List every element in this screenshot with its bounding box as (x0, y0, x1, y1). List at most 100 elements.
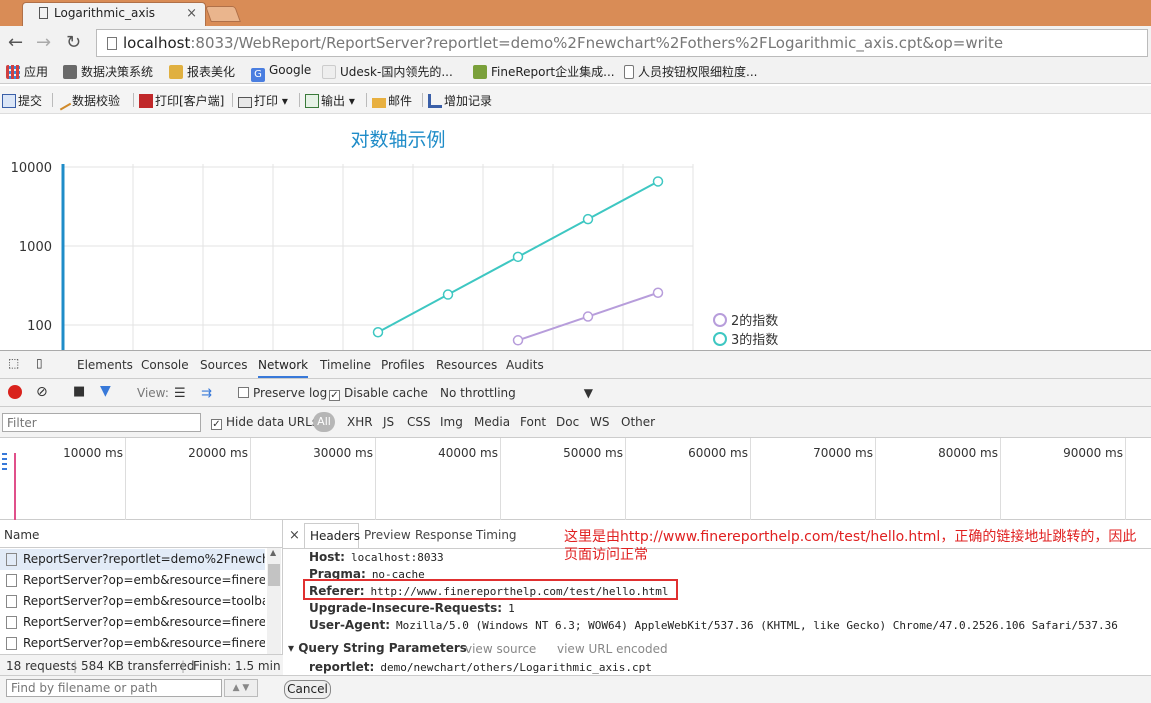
browser-tab-bar: Logarithmic_axis × (0, 0, 1151, 26)
devtools-panel: ⬚ ▯ Elements Console Sources Network Tim… (0, 350, 1151, 703)
close-detail-icon[interactable]: × (289, 528, 300, 543)
inspect-icon[interactable]: ⬚ (8, 356, 19, 370)
data-point (512, 335, 524, 346)
view-source-link[interactable]: view source (465, 642, 536, 656)
bookmark-apps[interactable]: 应用 (6, 63, 48, 80)
filter-doc[interactable]: Doc (556, 415, 579, 429)
filter-icon[interactable]: ▼ (100, 383, 111, 399)
scrollbar-thumb[interactable] (268, 564, 280, 586)
url-path: :8033/WebReport/ReportServer?reportlet=d… (190, 34, 1004, 52)
request-row[interactable]: ReportServer?op=emb&resource=toolbar.css (0, 591, 265, 612)
filter-img[interactable]: Img (440, 415, 463, 429)
submit-button[interactable]: 提交 (2, 92, 42, 109)
network-toolbar: ⊘ ■ ▼ View: ☰ ⇉ Preserve log ✓ Disable ca… (0, 379, 1151, 407)
timeline-gridline (250, 438, 251, 520)
filter-other[interactable]: Other (621, 415, 655, 429)
header-host: Host: localhost:8033 (309, 550, 444, 564)
bookmark-item[interactable]: 数据决策系统 (63, 63, 153, 80)
find-nav-arrows[interactable]: ▲ ▼ (224, 679, 258, 697)
forward-arrow-icon[interactable]: → (36, 32, 51, 53)
new-tab-button[interactable] (205, 6, 241, 22)
print-button[interactable]: 打印 ▾ (238, 92, 288, 109)
checkbox-checked-icon: ✓ (329, 390, 340, 401)
filter-js[interactable]: JS (383, 415, 394, 429)
legend-label: 2的指数 (731, 313, 778, 329)
summary-divider: | (73, 659, 78, 673)
clear-icon[interactable]: ⊘ (36, 384, 48, 400)
name-column-header[interactable]: Name (0, 520, 283, 548)
view-url-encoded-link[interactable]: view URL encoded (557, 642, 668, 656)
tab-network[interactable]: Network (258, 358, 309, 378)
export-button[interactable]: 输出 ▾ (305, 92, 355, 109)
bookmark-item[interactable]: 人员按钮权限细粒度... (624, 63, 757, 80)
tab-console[interactable]: Console (141, 358, 189, 372)
filter-ws[interactable]: WS (590, 415, 609, 429)
url-input[interactable]: localhost:8033/WebReport/ReportServer?re… (96, 29, 1148, 57)
tab-timeline[interactable]: Timeline (320, 358, 371, 372)
finish-time: Finish: 1.5 min (193, 659, 281, 673)
timeline-bars (2, 452, 7, 470)
tab-profiles[interactable]: Profiles (381, 358, 425, 372)
data-point (442, 289, 454, 300)
mail-button[interactable]: 邮件 (372, 92, 412, 109)
filter-all-pill[interactable]: All (313, 412, 335, 432)
back-arrow-icon[interactable]: ← (8, 32, 23, 53)
cancel-button[interactable]: Cancel (284, 680, 331, 699)
image-icon (63, 65, 77, 79)
chart-title: 对数轴示例 (350, 129, 445, 151)
tab-preview[interactable]: Preview (364, 528, 411, 542)
tab-headers[interactable]: Headers (304, 523, 360, 548)
tab-sources[interactable]: Sources (200, 358, 247, 372)
tab-resources[interactable]: Resources (436, 358, 497, 372)
bookmark-item[interactable]: FineReport企业集成... (473, 63, 615, 80)
tab-timing[interactable]: Timing (476, 528, 517, 542)
request-row[interactable]: ReportServer?op=emb&resource=finerepor..… (0, 570, 265, 591)
throttling-select[interactable]: No throttling ▼ (440, 386, 593, 400)
filter-xhr[interactable]: XHR (347, 415, 373, 429)
request-row[interactable]: ReportServer?op=emb&resource=finerepor..… (0, 612, 265, 633)
camera-icon[interactable]: ■ (73, 384, 85, 399)
timeline-tick-label: 10000 ms (63, 446, 123, 460)
filter-font[interactable]: Font (520, 415, 546, 429)
reload-icon[interactable]: ↻ (66, 32, 81, 53)
filter-input[interactable] (2, 413, 201, 432)
timeline-gridline (500, 438, 501, 520)
chart-legend: 2的指数 3的指数 (713, 313, 778, 348)
disable-cache-checkbox[interactable]: ✓ Disable cache (329, 386, 428, 401)
tab-title: Logarithmic_axis (54, 6, 156, 20)
scroll-up-icon[interactable]: ▲ (270, 548, 276, 557)
request-row[interactable]: ReportServer?reportlet=demo%2Fnewchart..… (0, 549, 265, 570)
pencil-check-icon (56, 97, 72, 111)
validate-button[interactable]: 数据校验 (56, 92, 120, 111)
bookmark-item[interactable]: G Google (251, 63, 311, 82)
overview-icon[interactable]: ⇉ (201, 386, 212, 401)
header-upgrade: Upgrade-Insecure-Requests: 1 (309, 601, 515, 615)
filter-media[interactable]: Media (474, 415, 510, 429)
tab-response[interactable]: Response (415, 528, 473, 542)
hide-data-urls-checkbox[interactable]: ✓ Hide data URLs (211, 415, 318, 430)
browser-tab[interactable]: Logarithmic_axis × (22, 2, 206, 26)
large-rows-icon[interactable]: ☰ (174, 386, 186, 401)
query-section-header[interactable]: ▾ Query String Parameters (288, 641, 467, 655)
filter-bar: ✓Hide data URLs All XHR JS CSS Img Media… (0, 407, 1151, 438)
request-count: 18 requests (6, 659, 77, 673)
tab-audits[interactable]: Audits (506, 358, 544, 372)
request-row[interactable]: ReportServer?op=emb&resource=finerepor..… (0, 633, 265, 654)
record-icon[interactable] (8, 385, 22, 399)
legend-marker (713, 332, 727, 346)
query-reportlet: reportlet: demo/newchart/others/Logarithm… (309, 660, 652, 674)
device-mode-icon[interactable]: ▯ (36, 356, 43, 370)
y-tick-label: 1000 (19, 240, 52, 255)
tab-close-icon[interactable]: × (186, 6, 197, 21)
add-record-button[interactable]: 增加记录 (428, 92, 492, 109)
tab-elements[interactable]: Elements (77, 358, 133, 372)
bookmark-item[interactable]: 报表美化 (169, 63, 235, 80)
filter-css[interactable]: CSS (407, 415, 431, 429)
finereport-icon (473, 65, 487, 79)
preserve-log-checkbox[interactable]: Preserve log (238, 386, 327, 400)
find-input[interactable] (6, 679, 222, 697)
bookmark-item[interactable]: Udesk-国内领先的... (322, 63, 453, 80)
chart-axes: 10000 1000 100 (11, 161, 65, 350)
printer-icon (238, 97, 252, 108)
print-client-button[interactable]: 打印[客户端] (139, 92, 224, 109)
